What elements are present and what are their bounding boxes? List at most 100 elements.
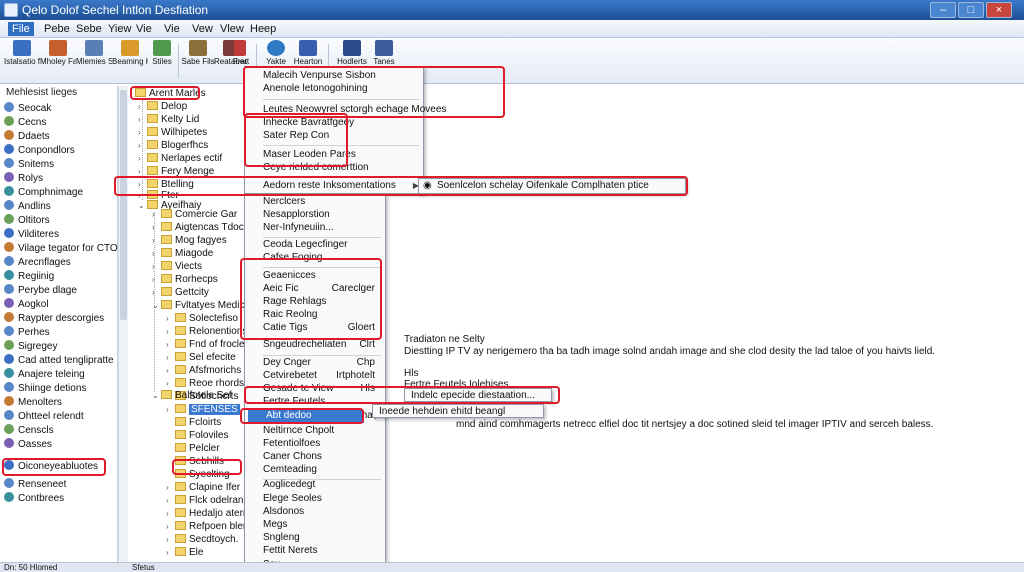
tree-node[interactable]: › Relonentions xyxy=(166,326,247,339)
nav-item[interactable]: Shiinge detions xyxy=(4,382,86,396)
tree-node[interactable]: Pelcler xyxy=(166,443,220,456)
tree-node[interactable]: › Delop xyxy=(138,101,187,114)
menu-item[interactable]: Cemteading xyxy=(245,464,385,477)
menu-file[interactable]: File xyxy=(8,22,34,36)
menu-item[interactable]: Fetentiolfoes xyxy=(245,438,385,451)
nav-item[interactable]: Aogkol xyxy=(4,298,49,312)
menu-item[interactable]: Aoglicedegt xyxy=(245,479,385,492)
folder-icon xyxy=(161,300,172,309)
menu-item[interactable]: Ner-Infyneuiin... xyxy=(245,222,385,235)
nav-item[interactable]: Vilditeres xyxy=(4,228,59,242)
nav-item[interactable]: Menolters xyxy=(4,396,62,410)
tree-node[interactable]: › Ele xyxy=(166,547,203,560)
menu-yiew[interactable]: Yiew xyxy=(104,22,135,36)
menu-item[interactable]: Nesapplorstion xyxy=(245,209,385,222)
nav-item[interactable]: Comphnimage xyxy=(4,186,83,200)
nav-item[interactable]: Rolys xyxy=(4,172,43,186)
nav-scrollbar[interactable] xyxy=(118,86,128,562)
menu-item[interactable]: Fettit Nerets xyxy=(245,545,385,558)
tree-node[interactable]: › Viects xyxy=(152,261,202,274)
nav-item[interactable]: Contbrees xyxy=(4,492,64,506)
toolbar-button-1[interactable]: Istalsatio for xyxy=(4,40,40,82)
minimize-button[interactable]: – xyxy=(930,2,956,18)
toolbar-button-5[interactable]: Stiles xyxy=(144,40,180,82)
tree-node[interactable]: › Rorhecps xyxy=(152,274,218,287)
nav-item[interactable]: Raypter descorgies xyxy=(4,312,104,326)
toolbar-button-3[interactable]: Mlemies Sta xyxy=(76,40,112,82)
menu-vlew[interactable]: Vlew xyxy=(216,22,248,36)
menu-pebe[interactable]: Pebe xyxy=(40,22,74,36)
toolbar-button-6[interactable]: Sabe Fils xyxy=(180,40,216,82)
menu-vew[interactable]: Vew xyxy=(188,22,217,36)
maximize-button[interactable]: □ xyxy=(958,2,984,18)
tree-node[interactable]: › Clapine Ifer xyxy=(166,482,240,495)
status-bar: Dn: 50 Hlomed Sfetus xyxy=(0,562,1024,572)
nav-item[interactable]: Conpondlors xyxy=(4,144,75,158)
menu-vie-1[interactable]: Vie xyxy=(132,22,156,36)
nav-item[interactable]: Sigregey xyxy=(4,340,57,354)
tree-node[interactable]: › Wilhipetes xyxy=(138,127,207,140)
nav-item[interactable]: Seocak xyxy=(4,102,51,116)
nav-item[interactable]: Vilage tegator for CTO xyxy=(4,242,118,256)
folder-icon xyxy=(175,378,186,387)
menu-item[interactable]: Elege Seoles xyxy=(245,493,385,506)
tree-node[interactable]: › Aigtencas Tdoc xyxy=(152,222,244,235)
toolbar-button-2[interactable]: Mholey Fay xyxy=(40,40,76,82)
menu-sebe[interactable]: Sebe xyxy=(72,22,106,36)
folder-icon xyxy=(161,248,172,257)
tree-node[interactable]: Foloviles xyxy=(166,430,228,443)
menu-item[interactable]: Sngeudrecheliaten Clrt xyxy=(245,339,385,352)
tree-node-selected[interactable]: › SFENSES xyxy=(166,404,240,417)
menu-help[interactable]: Heep xyxy=(246,22,280,36)
nav-item[interactable]: Ohtteel relendt xyxy=(4,410,84,424)
nav-item[interactable]: Arecnflages xyxy=(4,256,71,270)
tree-node[interactable]: › Secdtoych. xyxy=(166,534,238,547)
menu-item[interactable]: Neltirnce Chpolt xyxy=(245,425,385,438)
nav-item[interactable]: Cad atted tenglipratte xyxy=(4,354,114,368)
tree-node[interactable]: › Solectefiso xyxy=(166,313,238,326)
nav-item[interactable]: Oasses xyxy=(4,438,52,452)
nav-item[interactable]: Perybe dlage xyxy=(4,284,77,298)
tree-node[interactable]: › Mog fagyes xyxy=(152,235,227,248)
tree-node[interactable]: › Miagode xyxy=(152,248,213,261)
tree-node[interactable]: › Nerlapes ectif xyxy=(138,153,222,166)
nav-item[interactable]: Ddaets xyxy=(4,130,50,144)
tree-node[interactable]: › Gettcity xyxy=(152,287,209,300)
menu-item[interactable]: Dey Cnger Chp xyxy=(245,357,385,370)
tree-node[interactable]: ⌄ Balfotele Sef xyxy=(152,390,232,403)
tree-node[interactable]: › Afsfmorichs xyxy=(166,365,241,378)
nav-item[interactable]: Cecns xyxy=(4,116,46,130)
nav-item[interactable]: Renseneet xyxy=(4,478,66,492)
scrollbar-thumb[interactable] xyxy=(120,90,127,320)
expand-icon: › xyxy=(152,275,155,284)
nav-item[interactable]: Andlins xyxy=(4,200,51,214)
folder-icon xyxy=(175,417,186,426)
menu-item[interactable]: Sngleng xyxy=(245,532,385,545)
toolbar-button-4[interactable]: Beaming Hola xyxy=(112,40,148,82)
nav-item[interactable]: Oltitors xyxy=(4,214,50,228)
tree-node[interactable]: Fcloirts xyxy=(166,417,221,430)
tree-node[interactable]: › Kelty Lid xyxy=(138,114,199,127)
nav-item[interactable]: Anajere teleing xyxy=(4,368,85,382)
close-button[interactable]: × xyxy=(986,2,1012,18)
tree-node[interactable]: › Blogerfhcs xyxy=(138,140,208,153)
tree-node[interactable]: › Fnd of frocles xyxy=(166,339,250,352)
menu-vie-2[interactable]: Vie xyxy=(160,22,184,36)
tree-node[interactable]: › Flck odelran xyxy=(166,495,243,508)
menu-item[interactable]: Ceoda Legecfinger xyxy=(245,239,385,252)
nav-item[interactable]: Snitems xyxy=(4,158,54,172)
tree-node[interactable]: › Hedaljo atern xyxy=(166,508,248,521)
nav-item[interactable]: Censcls xyxy=(4,424,54,438)
tree-node[interactable]: › Sel efecite xyxy=(166,352,236,365)
nav-item[interactable]: Regiinig xyxy=(4,270,54,284)
tree-node[interactable]: › Refpoen blers xyxy=(166,521,251,534)
menu-item[interactable]: Nerclcers xyxy=(245,196,385,209)
menu-item[interactable]: Caner Chons xyxy=(245,451,385,464)
flyout-item[interactable]: Ineede hehdein ehitd beangl xyxy=(373,406,543,419)
nav-item[interactable]: Perhes xyxy=(4,326,50,340)
tree-node[interactable]: ⌄ Fvltatyes Medic xyxy=(152,300,244,313)
menu-item[interactable]: Alsdonos xyxy=(245,506,385,519)
menu-item[interactable]: Megs xyxy=(245,519,385,532)
tree-node[interactable]: › Comercie Gar xyxy=(152,209,237,222)
menu-item[interactable]: Cetvirebetet Irtphotelt xyxy=(245,370,385,383)
